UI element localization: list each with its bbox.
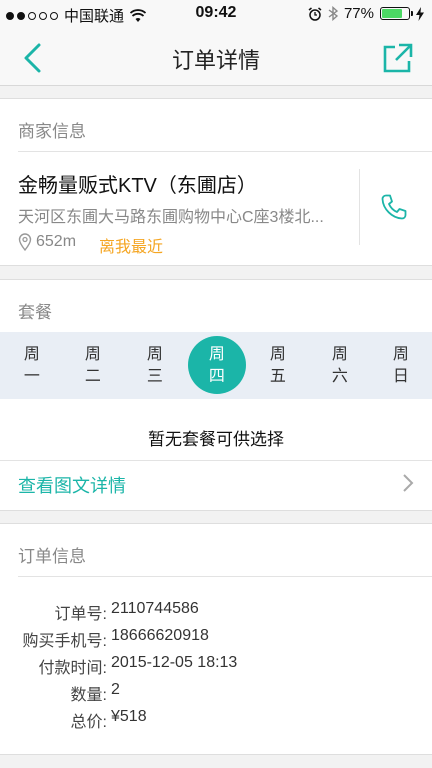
charging-icon [416,6,424,21]
day-tab-tue[interactable]: 周二 [62,332,124,399]
phone-call-button[interactable] [380,193,408,221]
day-tab-wed[interactable]: 周三 [124,332,186,399]
nearest-tag: 离我最近 [99,239,164,256]
order-row-quantity: 数量: 2 [70,681,120,704]
day-tab-label: 日 [392,367,409,385]
day-tab-label: 周 [331,345,348,363]
day-tab-mon[interactable]: 周一 [1,332,63,399]
chevron-right-icon [403,474,414,492]
day-tab-fri[interactable]: 周五 [247,332,309,399]
status-right: 77% [308,5,424,22]
distance-value: 652m [36,233,77,250]
order-row-pay-time: 付款时间: 2015-12-05 18:13 [38,654,238,677]
day-tab-label: 六 [331,367,348,385]
day-tab-sun[interactable]: 周日 [370,332,432,399]
day-tab-label: 周 [392,345,409,363]
package-section-title: 套餐 [18,303,52,322]
weekday-selector: 周一 周二 周三 周四 周五 周六 周日 [0,332,432,399]
day-tab-thu[interactable]: 周四 [186,332,248,399]
empty-package-text: 暂无套餐可供选择 [148,430,284,449]
page-title: 订单详情 [171,48,260,73]
order-row-number: 订单号: 2110744586 [54,600,199,623]
merchant-address[interactable]: 天河区东圃大马路东圃购物中心C座3楼北... [18,203,353,227]
status-bar: 中国联通 09:42 77% [0,0,432,30]
merchant-distance: 652m [18,233,76,251]
package-card: 套餐 周一 周二 周三 周四 周五 周六 周日 暂无套餐可供选择 查看图文详情 [0,279,432,511]
day-tab-label: 一 [23,367,40,385]
day-tab-label: 周 [84,345,101,363]
share-button[interactable] [382,42,414,74]
order-card: 订单信息 订单号: 2110744586 购买手机号: 18666620918 付款… [0,523,432,755]
location-pin-icon [18,233,32,251]
day-tab-label: 周 [23,345,40,363]
order-row-total: 总价: ¥518 [70,708,147,731]
battery-percent: 77% [343,5,374,22]
order-row-phone: 购买手机号: 18666620918 [22,627,209,650]
alarm-icon [308,6,322,21]
nav-bar: 订单详情 [0,30,432,86]
divider [18,576,432,577]
bluetooth-icon [328,6,338,21]
order-section-title: 订单信息 [18,547,86,566]
day-tab-label: 五 [269,367,286,385]
divider [0,460,432,461]
day-tab-sat[interactable]: 周六 [309,332,371,399]
day-tab-label: 周 [146,345,163,363]
day-tab-label: 周 [269,345,286,363]
battery-icon [380,7,413,20]
merchant-section-title: 商家信息 [18,122,86,141]
day-tab-label: 三 [146,367,163,385]
day-tab-label: 周 [208,345,225,363]
day-tab-label: 二 [84,367,101,385]
merchant-name[interactable]: 金畅量贩式KTV（东圃店） [18,169,257,198]
merchant-card: 商家信息 金畅量贩式KTV（东圃店） 天河区东圃大马路东圃购物中心C座3楼北..… [0,98,432,266]
day-tab-label: 四 [208,367,225,385]
vertical-divider [359,169,360,245]
view-details-link[interactable]: 查看图文详情 [18,472,126,498]
divider [18,151,432,152]
